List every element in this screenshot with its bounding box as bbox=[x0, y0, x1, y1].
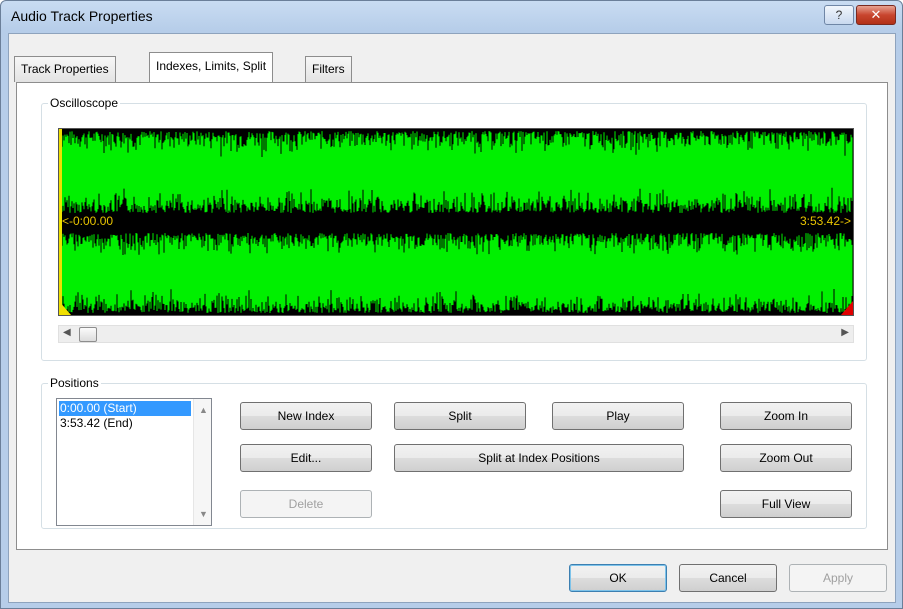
new-index-button[interactable]: New Index bbox=[240, 402, 372, 430]
positions-list[interactable]: 0:00.00 (Start) 3:53.42 (End) ▲ ▼ bbox=[56, 398, 212, 526]
oscilloscope-display[interactable]: <-0:00.00 3:53.42-> bbox=[58, 128, 854, 316]
waveform-path bbox=[59, 131, 853, 313]
list-item[interactable]: 3:53.42 (End) bbox=[59, 416, 191, 431]
scroll-left-icon[interactable]: ◀ bbox=[63, 327, 71, 338]
tab-filters[interactable]: Filters bbox=[305, 56, 352, 82]
cancel-button[interactable]: Cancel bbox=[679, 564, 777, 592]
waveform bbox=[59, 129, 853, 315]
split-at-index-positions-button[interactable]: Split at Index Positions bbox=[394, 444, 684, 472]
window-title: Audio Track Properties bbox=[11, 8, 153, 24]
play-button[interactable]: Play bbox=[552, 402, 684, 430]
close-button[interactable]: ✕ bbox=[856, 5, 896, 25]
list-item[interactable]: 0:00.00 (Start) bbox=[59, 401, 191, 416]
tab-track-properties[interactable]: Track Properties bbox=[14, 56, 116, 82]
delete-button[interactable]: Delete bbox=[240, 490, 372, 518]
zoom-in-button[interactable]: Zoom In bbox=[720, 402, 852, 430]
positions-group-label: Positions bbox=[48, 376, 101, 390]
title-bar[interactable]: Audio Track Properties ? ✕ bbox=[1, 1, 902, 33]
end-marker-label: 3:53.42-> bbox=[799, 214, 851, 228]
tab-indexes-limits-split[interactable]: Indexes, Limits, Split bbox=[149, 52, 274, 82]
scroll-down-icon[interactable]: ▼ bbox=[199, 509, 208, 519]
start-marker-label: <-0:00.00 bbox=[62, 214, 114, 228]
scrollbar-thumb[interactable] bbox=[79, 327, 97, 342]
edit-button[interactable]: Edit... bbox=[240, 444, 372, 472]
full-view-button[interactable]: Full View bbox=[720, 490, 852, 518]
oscilloscope-group-label: Oscilloscope bbox=[48, 96, 121, 110]
positions-scrollbar[interactable]: ▲ ▼ bbox=[193, 399, 211, 525]
dialog-client: Track Properties Indexes, Limits, Split … bbox=[8, 33, 896, 603]
scroll-right-icon[interactable]: ▶ bbox=[841, 327, 849, 338]
dialog-window: Audio Track Properties ? ✕ Track Propert… bbox=[0, 0, 903, 609]
oscilloscope-scrollbar[interactable]: ◀ ▶ bbox=[58, 325, 854, 343]
apply-button[interactable]: Apply bbox=[789, 564, 887, 592]
ok-button[interactable]: OK bbox=[569, 564, 667, 592]
tab-page-indexes: Oscilloscope <-0:00.00 3:53.42-> ◀ ▶ Pos… bbox=[16, 82, 888, 550]
split-button[interactable]: Split bbox=[394, 402, 526, 430]
zoom-out-button[interactable]: Zoom Out bbox=[720, 444, 852, 472]
scroll-up-icon[interactable]: ▲ bbox=[199, 405, 208, 415]
oscilloscope-group: Oscilloscope <-0:00.00 3:53.42-> ◀ ▶ bbox=[41, 96, 867, 361]
positions-group: Positions 0:00.00 (Start) 3:53.42 (End) … bbox=[41, 376, 867, 529]
help-button[interactable]: ? bbox=[824, 5, 854, 25]
